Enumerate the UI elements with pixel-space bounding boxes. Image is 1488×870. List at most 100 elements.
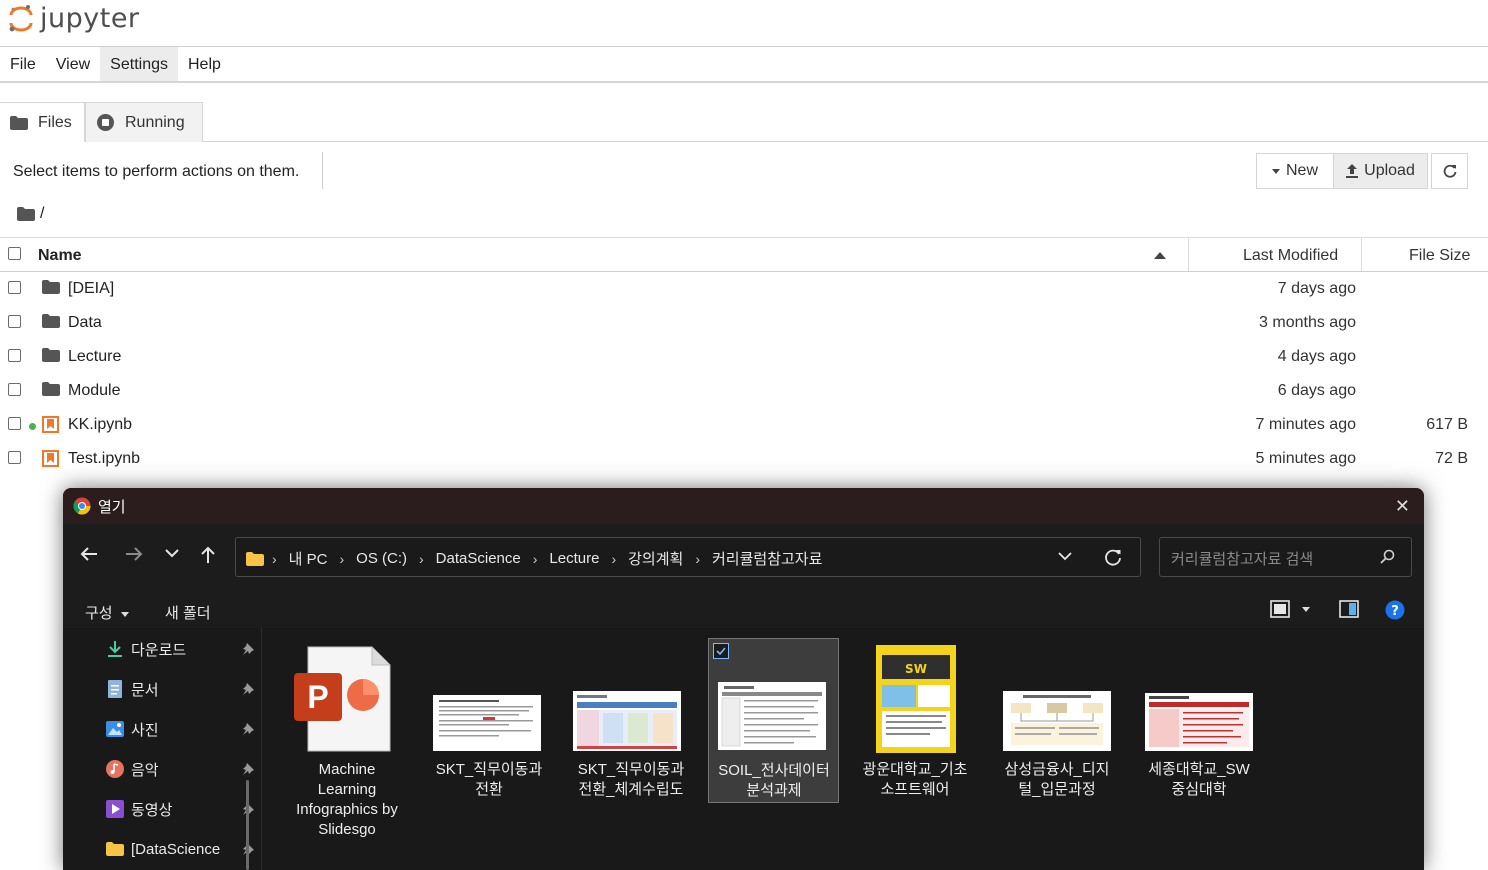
svg-text:SW: SW <box>905 662 927 676</box>
menu-help[interactable]: Help <box>178 47 231 81</box>
home-folder-icon[interactable] <box>17 207 35 221</box>
select-all-checkbox[interactable] <box>8 247 21 260</box>
file-item-selected[interactable]: SOIL_전사데이터 분석과제 <box>708 638 839 803</box>
tab-files[interactable]: Files <box>0 102 85 142</box>
new-button[interactable]: New <box>1256 153 1334 189</box>
tab-running[interactable]: Running <box>85 102 203 142</box>
row-checkbox[interactable] <box>8 383 21 396</box>
breadcrumb-path[interactable]: / <box>40 205 44 223</box>
jupyter-logo[interactable]: jupyter <box>8 3 140 34</box>
close-icon[interactable]: ✕ <box>1395 496 1410 517</box>
file-name[interactable]: Lecture <box>68 348 121 366</box>
address-segment[interactable]: DataScience <box>436 550 521 567</box>
sidebar-item-downloads[interactable]: 다운로드 <box>105 636 255 662</box>
search-icon[interactable] <box>1379 549 1395 570</box>
file-name[interactable]: Test.ipynb <box>68 450 140 468</box>
file-modified: 3 months ago <box>1259 314 1356 331</box>
refresh-icon[interactable] <box>1104 548 1122 571</box>
label-line: 소프트웨어 <box>880 781 950 798</box>
sidebar-item-datascience[interactable]: [DataScience <box>105 836 255 862</box>
pin-icon[interactable] <box>241 722 255 740</box>
sidebar-item-music[interactable]: 음악 <box>105 756 255 782</box>
address-segment[interactable]: Lecture <box>549 550 599 567</box>
sidebar-item-videos[interactable]: 동영상 <box>105 796 255 822</box>
file-row[interactable]: KK.ipynb 7 minutes ago 617 B <box>0 408 1488 442</box>
file-row[interactable]: [DEIA] 7 days ago <box>0 272 1488 306</box>
file-item[interactable]: P Machine Learning Infographics by Slide… <box>282 638 412 838</box>
file-name[interactable]: Module <box>68 382 120 400</box>
address-segment[interactable]: 커리큘럼참고자료 <box>712 548 822 569</box>
file-name[interactable]: Data <box>68 314 102 332</box>
file-name[interactable]: KK.ipynb <box>68 416 132 434</box>
column-file-size[interactable]: File Size <box>1409 247 1470 265</box>
file-row[interactable]: Data 3 months ago <box>0 306 1488 340</box>
column-divider[interactable] <box>1361 238 1362 271</box>
refresh-button[interactable] <box>1431 153 1468 189</box>
table-thumbnail-icon <box>573 691 681 751</box>
svg-text:?: ? <box>1391 604 1399 619</box>
up-arrow-icon[interactable] <box>200 546 216 564</box>
file-row[interactable]: Lecture 4 days ago <box>0 340 1488 374</box>
sort-ascending-icon[interactable] <box>1154 252 1166 259</box>
menu-view[interactable]: View <box>46 47 100 81</box>
file-item-label: 삼성금융사_디지 털_입문과정 <box>992 760 1122 800</box>
file-item[interactable]: SKT_직무이동과 전환_체계수립도 <box>566 638 696 803</box>
checkbox-checked-icon[interactable] <box>713 643 729 659</box>
help-button[interactable]: ? <box>1385 600 1405 624</box>
sidebar-item-documents[interactable]: 문서 <box>105 676 255 702</box>
chrome-icon <box>73 497 91 520</box>
preview-pane-button[interactable] <box>1339 600 1359 622</box>
folder-icon <box>42 348 60 362</box>
file-item[interactable]: SW 광운대학교_기초 소프트웨어 <box>850 638 980 803</box>
file-row[interactable]: Module 6 days ago <box>0 374 1488 408</box>
file-name[interactable]: [DEIA] <box>68 280 114 298</box>
tab-files-label: Files <box>38 113 72 131</box>
row-checkbox[interactable] <box>8 315 21 328</box>
address-segment[interactable]: 내 PC <box>289 548 328 569</box>
label-line: 세종대학교_SW <box>1148 761 1250 778</box>
dialog-file-view: P Machine Learning Infographics by Slide… <box>261 628 1424 870</box>
forward-arrow-icon[interactable] <box>125 546 143 562</box>
label-line: 광운대학교_기초 <box>862 761 968 778</box>
notebook-icon <box>42 450 59 467</box>
pin-icon[interactable] <box>241 762 255 780</box>
menu-settings[interactable]: Settings <box>100 47 178 81</box>
address-segment[interactable]: 강의계획 <box>628 548 683 569</box>
svg-text:P: P <box>307 679 328 715</box>
new-folder-button[interactable]: 새 폴더 <box>165 602 211 623</box>
column-last-modified[interactable]: Last Modified <box>1243 247 1338 265</box>
file-item[interactable]: SKT_직무이동과 전환 <box>424 638 554 803</box>
upload-button[interactable]: Upload <box>1334 153 1428 189</box>
tab-running-label: Running <box>125 113 185 131</box>
address-segment[interactable]: OS (C:) <box>356 550 407 567</box>
sidebar-scrollbar[interactable] <box>246 780 249 870</box>
file-row[interactable]: Test.ipynb 5 minutes ago 72 B <box>0 442 1488 476</box>
back-arrow-icon[interactable] <box>80 546 98 562</box>
download-icon <box>105 640 125 658</box>
address-dropdown-chevron-icon[interactable] <box>1058 549 1072 568</box>
label-line: 전환_체계수립도 <box>578 781 684 798</box>
menubar: File View Settings Help <box>0 47 1488 83</box>
recent-locations-chevron-icon[interactable] <box>165 548 179 558</box>
pin-icon[interactable] <box>241 682 255 700</box>
row-checkbox[interactable] <box>8 451 21 464</box>
dialog-navbar: › 내 PC › OS (C:) › DataScience › Lecture… <box>63 524 1424 592</box>
column-divider[interactable] <box>1188 238 1189 271</box>
row-checkbox[interactable] <box>8 349 21 362</box>
file-item[interactable]: 삼성금융사_디지 털_입문과정 <box>992 638 1122 803</box>
menu-file[interactable]: File <box>0 47 46 81</box>
row-checkbox[interactable] <box>8 417 21 430</box>
row-checkbox[interactable] <box>8 281 21 294</box>
folder-search-input[interactable]: 커리큘럼참고자료 검색 <box>1159 537 1412 577</box>
file-item-label: 광운대학교_기초 소프트웨어 <box>850 760 980 800</box>
column-name[interactable]: Name <box>38 247 82 265</box>
label-line: SOIL_전사데이터 <box>718 762 830 779</box>
address-bar[interactable]: › 내 PC › OS (C:) › DataScience › Lecture… <box>235 537 1141 577</box>
sidebar-item-pictures[interactable]: 사진 <box>105 716 255 742</box>
file-item[interactable]: 세종대학교_SW 중심대학 <box>1134 638 1264 803</box>
organize-button[interactable]: 구성 <box>85 602 129 623</box>
view-options-button[interactable] <box>1270 600 1310 618</box>
file-item-label: SKT_직무이동과 전환_체계수립도 <box>566 760 696 800</box>
notebook-icon <box>42 416 59 433</box>
pin-icon[interactable] <box>241 642 255 660</box>
